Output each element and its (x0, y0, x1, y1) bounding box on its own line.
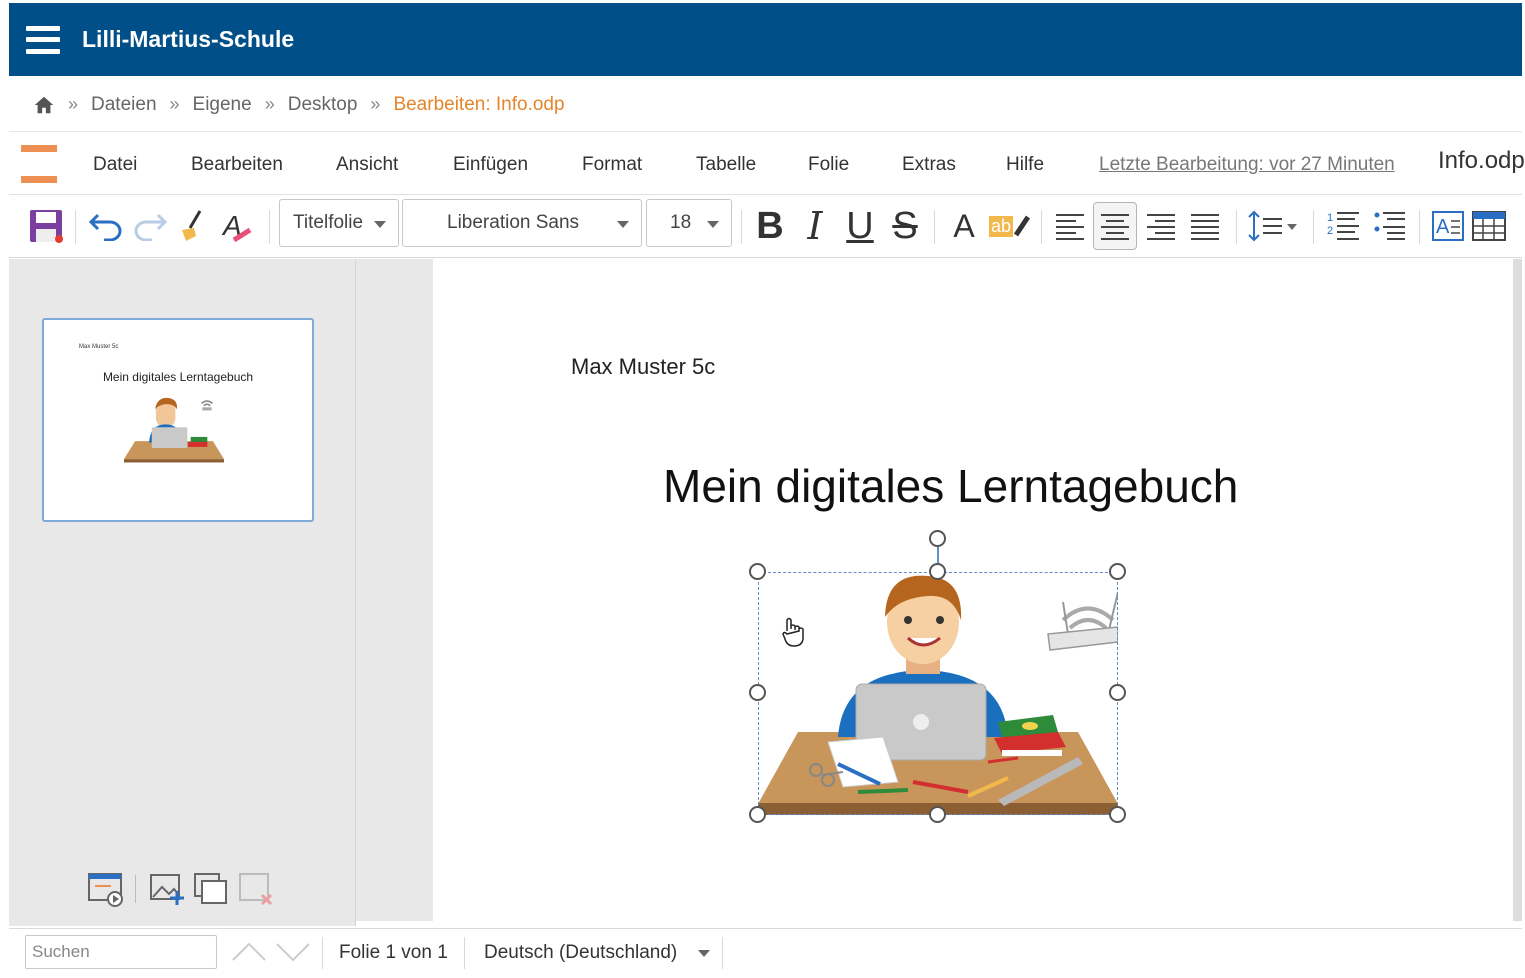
breadcrumb-separator: » (68, 94, 79, 114)
school-name: Lilli-Martius-Schule (82, 26, 295, 52)
menu-datei[interactable]: Datei (93, 154, 137, 176)
save-icon[interactable] (25, 202, 67, 250)
breadcrumb-separator: » (169, 94, 180, 114)
search-up-icon[interactable] (231, 941, 267, 963)
thumbnail-title: Mein digitales Lerntagebuch (102, 370, 254, 384)
search-down-icon[interactable] (275, 941, 311, 963)
layout-select[interactable]: Titelfolie (279, 199, 399, 247)
duplicate-slide-icon[interactable] (193, 871, 231, 907)
highlight-icon: ab (989, 215, 1014, 237)
highlight-button[interactable]: ab (989, 202, 1031, 250)
breadcrumb-eigene[interactable]: Eigene (193, 94, 252, 116)
font-size-value: 18 (670, 212, 692, 233)
menu-format[interactable]: Format (582, 154, 642, 176)
svg-text:A: A (1436, 216, 1450, 238)
italic-button[interactable]: I (794, 202, 836, 250)
font-size-select[interactable]: 18 (646, 199, 732, 247)
undo-icon[interactable] (85, 202, 127, 250)
menu-extras[interactable]: Extras (902, 154, 956, 176)
breadcrumb: » Dateien » Eigene » Desktop » Bearbeite… (9, 78, 1522, 132)
selection-frame (758, 572, 1118, 815)
vertical-scrollbar[interactable] (1513, 259, 1522, 921)
breadcrumb-separator: » (264, 94, 275, 114)
clear-formatting-icon[interactable]: A (217, 202, 259, 250)
line-spacing-icon[interactable] (1243, 202, 1303, 250)
clone-formatting-icon[interactable] (173, 202, 215, 250)
resize-handle-s[interactable] (929, 806, 946, 823)
home-icon[interactable] (33, 94, 55, 116)
font-name-select[interactable]: Liberation Sans (402, 199, 642, 247)
rotate-handle[interactable] (929, 530, 946, 547)
toolbar: A Titelfolie Liberation Sans 18 B I U S … (9, 196, 1522, 258)
menu-einfuegen[interactable]: Einfügen (453, 154, 528, 176)
bold-button[interactable]: B (749, 202, 791, 250)
slide-canvas[interactable]: Max Muster 5c Mein digitales Lerntagebuc… (433, 259, 1513, 921)
insert-table-icon[interactable] (1471, 202, 1523, 250)
resize-handle-n[interactable] (929, 563, 946, 580)
align-center-icon[interactable] (1093, 202, 1137, 250)
font-name-value: Liberation Sans (447, 212, 580, 233)
font-color-button[interactable]: A (943, 202, 985, 250)
breadcrumb-desktop[interactable]: Desktop (288, 94, 358, 116)
pen-icon (1013, 215, 1031, 237)
collabora-logo-icon[interactable] (21, 144, 57, 183)
breadcrumb-dateien[interactable]: Dateien (91, 94, 157, 116)
thumbnail-router-icon (201, 400, 213, 411)
slide-counter: Folie 1 von 1 (339, 942, 448, 963)
statusbar: Folie 1 von 1 Deutsch (Deutschland) (9, 928, 1522, 976)
menu-folie[interactable]: Folie (808, 154, 849, 176)
insert-image-icon[interactable] (149, 871, 187, 907)
strikethrough-button[interactable]: S (884, 202, 926, 250)
slide-subtitle[interactable]: Max Muster 5c (571, 354, 715, 380)
chevron-down-icon[interactable] (697, 949, 711, 959)
document-name[interactable]: Info.odp (1438, 147, 1525, 175)
resize-handle-w[interactable] (749, 684, 766, 701)
insert-textbox-icon[interactable]: A (1427, 202, 1469, 250)
language-select[interactable]: Deutsch (Deutschland) (484, 942, 677, 964)
menu-hilfe[interactable]: Hilfe (1006, 154, 1044, 176)
menubar: Datei Bearbeiten Ansicht Einfügen Format… (9, 133, 1525, 195)
last-edit-link[interactable]: Letzte Bearbeitung: vor 27 Minuten (1099, 154, 1395, 176)
svg-text:2: 2 (1327, 225, 1333, 237)
resize-handle-se[interactable] (1109, 806, 1126, 823)
menu-tabelle[interactable]: Tabelle (696, 154, 756, 176)
breadcrumb-current: Bearbeiten: Info.odp (393, 93, 565, 115)
align-right-icon[interactable] (1140, 202, 1182, 250)
resize-handle-e[interactable] (1109, 684, 1126, 701)
chevron-down-icon (707, 221, 719, 228)
app-header: Lilli-Martius-Schule (9, 3, 1522, 76)
chevron-down-icon (617, 221, 629, 228)
hamburger-menu-icon[interactable] (26, 25, 60, 54)
chevron-down-icon (374, 221, 386, 228)
slide-pane: Max Muster 5c Mein digitales Lerntagebuc… (9, 259, 356, 926)
start-presentation-icon[interactable] (87, 871, 125, 907)
resize-handle-nw[interactable] (749, 563, 766, 580)
delete-slide-icon[interactable] (238, 871, 276, 907)
search-input[interactable] (25, 935, 217, 969)
slide-title[interactable]: Mein digitales Lerntagebuch (663, 459, 1238, 513)
canvas-margin (356, 259, 433, 921)
slide-thumbnail[interactable]: Max Muster 5c Mein digitales Lerntagebuc… (42, 318, 314, 522)
numbered-list-icon[interactable]: 12 (1323, 202, 1365, 250)
underline-button[interactable]: U (839, 202, 881, 250)
menu-ansicht[interactable]: Ansicht (336, 154, 398, 176)
thumbnail-subtitle: Max Muster 5c (79, 344, 119, 350)
breadcrumb-separator: » (370, 94, 381, 114)
redo-icon[interactable] (129, 202, 171, 250)
resize-handle-ne[interactable] (1109, 563, 1126, 580)
slide-pane-toolbar (9, 871, 356, 911)
justify-icon[interactable] (1184, 202, 1226, 250)
menu-bearbeiten[interactable]: Bearbeiten (191, 154, 283, 176)
resize-handle-sw[interactable] (749, 806, 766, 823)
align-left-icon[interactable] (1049, 202, 1091, 250)
layout-value: Titelfolie (293, 212, 364, 233)
svg-text:1: 1 (1327, 212, 1333, 224)
bullet-list-icon[interactable] (1369, 202, 1411, 250)
